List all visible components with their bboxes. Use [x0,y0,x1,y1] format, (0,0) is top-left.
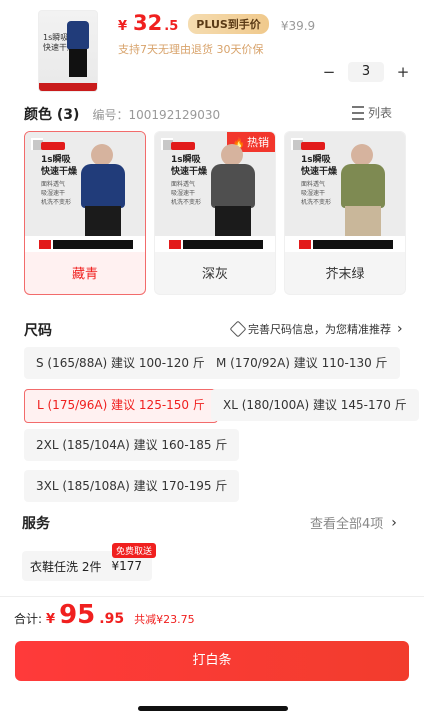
quantity-value[interactable]: 3 [348,62,384,82]
model-head [351,144,373,166]
brand-logo [41,142,65,150]
model-shirt [341,164,385,208]
price-int: 32 [133,11,163,35]
size-option-3xl[interactable]: 3XL (185/108A) 建议 170-195 斤 [24,470,240,502]
quantity-stepper: − 3 + [320,62,412,82]
baitiao-pay-button[interactable]: 打白条 [15,641,409,681]
color-label: 深灰 [201,267,228,282]
total-symbol: ¥ [46,612,56,627]
list-view-toggle[interactable]: 列表 [352,104,392,121]
model-pants [345,206,381,240]
list-label: 列表 [368,106,393,120]
plus-price-badge: PLUS到手价 [188,14,269,34]
size-title: 尺码 [24,323,52,339]
thumb-bar [39,83,97,91]
image-subtext: 面料透气 吸湿速干 机洗不变形 [171,181,202,206]
image-headline: 1s瞬吸 快速干燥 [301,155,338,177]
image-banner [155,236,275,252]
chevron-right-icon: › [391,514,397,531]
price-dec: .5 [164,19,179,34]
home-indicator [138,706,288,711]
service-label: 衣鞋任洗 2件 [30,559,102,574]
order-total: 合计: ¥ 95 .95 共减¥23.75 [14,600,195,630]
price-symbol: ¥ [118,19,128,34]
returns-policy: 支持7天无理由退货 30天价保 [118,43,264,56]
total-label: 合计: [14,612,43,626]
color-image: 热销 1s瞬吸 快速干燥 面料透气 吸湿速干 机洗不变形 [155,132,275,252]
product-code: 编号：100192129030 [92,108,221,122]
service-price: ¥177 [111,559,142,573]
color-label: 芥末绿 [325,267,365,282]
image-subtext: 面料透气 吸湿速干 机洗不变形 [301,181,332,206]
total-saving: 共减¥23.75 [134,613,195,626]
price-row: ¥ 32 .5 PLUS到手价 ¥39.9 [118,11,315,36]
size-option-l[interactable]: L (175/96A) 建议 125-150 斤 [24,389,218,423]
divider [0,596,424,597]
size-option-m[interactable]: M (170/92A) 建议 110-130 斤 [204,347,400,379]
color-card-navy[interactable]: 1s瞬吸 快速干燥 面料透气 吸湿速干 机洗不变形 藏青 [24,131,146,295]
color-cards: 1s瞬吸 快速干燥 面料透气 吸湿速干 机洗不变形 藏青 热销 1s瞬吸 快速干… [24,131,406,295]
total-int: 95 [59,600,96,630]
thumb-pants [69,49,87,77]
color-title: 颜色 (3) [24,107,80,123]
decrement-button[interactable]: − [320,63,338,81]
image-banner [285,236,405,252]
pencil-icon [229,320,247,338]
service-title: 服务 [22,516,50,532]
size-option-s[interactable]: S (165/88A) 建议 100-120 斤 [24,347,217,379]
size-option-2xl[interactable]: 2XL (185/104A) 建议 160-185 斤 [24,429,240,461]
increment-button[interactable]: + [394,63,412,81]
image-headline: 1s瞬吸 快速干燥 [171,155,208,177]
thumb-shirt [67,21,89,49]
free-pickup-badge: 免费取送 [112,543,157,558]
color-image: 1s瞬吸 快速干燥 面料透气 吸湿速干 机洗不变形 [285,132,405,252]
service-more-label: 查看全部4项 [310,517,384,532]
service-view-all[interactable]: 查看全部4项 › [310,513,397,533]
size-option-xl[interactable]: XL (180/100A) 建议 145-170 斤 [211,389,419,421]
model-pants [215,206,251,240]
original-price: ¥39.9 [280,19,316,33]
size-hint-text: 完善尺码信息，为您精准推荐 [248,323,391,336]
image-subtext: 面料透气 吸湿速干 机洗不变形 [41,181,72,206]
image-headline: 1s瞬吸 快速干燥 [41,155,78,177]
brand-logo [301,142,325,150]
model-head [91,144,113,166]
color-label: 藏青 [71,267,98,282]
color-header: 颜色 (3) 编号：100192129030 [24,104,220,124]
image-banner [25,236,145,252]
model-pants [85,206,121,240]
color-image: 1s瞬吸 快速干燥 面料透气 吸湿速干 机洗不变形 [25,132,145,252]
total-dec: .95 [99,611,125,627]
product-thumbnail[interactable]: 1s瞬吸 快速干燥 [38,10,98,92]
model-shirt [211,164,255,208]
color-card-dark-gray[interactable]: 热销 1s瞬吸 快速干燥 面料透气 吸湿速干 机洗不变形 深灰 [154,131,276,295]
brand-logo [171,142,195,150]
size-hint-link[interactable]: 完善尺码信息，为您精准推荐 › [229,320,403,338]
list-icon [352,105,364,120]
model-head [221,144,243,166]
color-card-mustard-green[interactable]: 1s瞬吸 快速干燥 面料透气 吸湿速干 机洗不变形 芥末绿 [284,131,406,295]
chevron-right-icon: › [397,321,403,337]
model-shirt [81,164,125,208]
